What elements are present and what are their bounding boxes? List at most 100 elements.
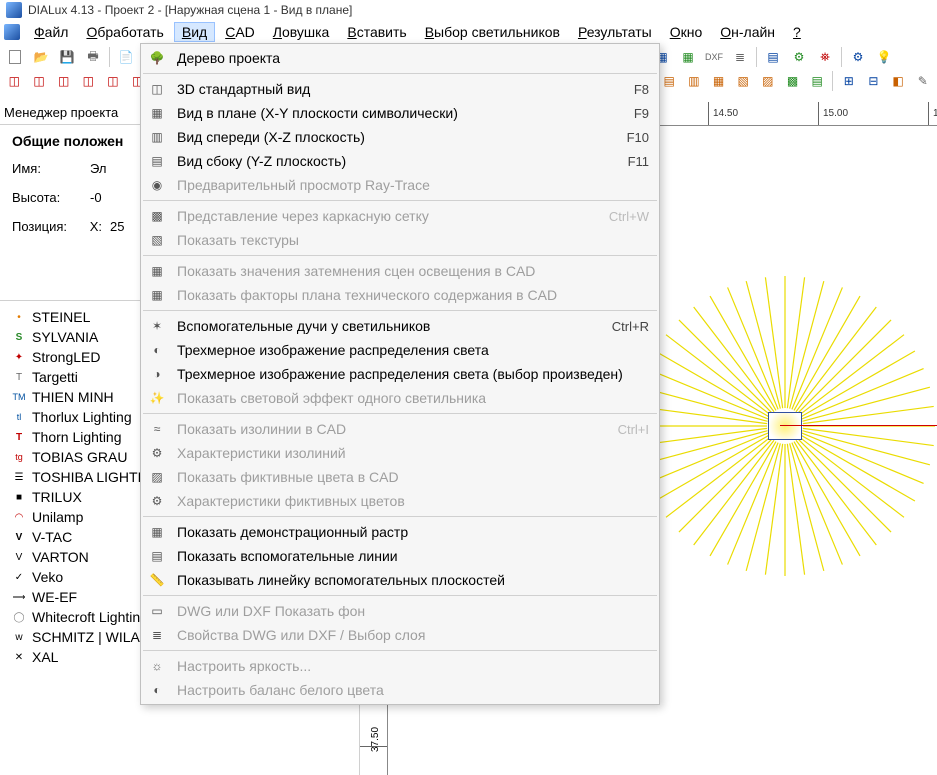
menu-entry: ▭DWG или DXF Показать фон: [141, 599, 659, 623]
sel-a[interactable]: ◫: [3, 70, 26, 92]
menu-entry: ▨Показать фиктивные цвета в CAD: [141, 465, 659, 489]
view-j[interactable]: ◧: [887, 70, 910, 92]
brand-label: Thorn Lighting: [32, 429, 122, 445]
sel-d[interactable]: ◫: [77, 70, 100, 92]
menu-entry[interactable]: ◫3D стандартный видF8: [141, 77, 659, 101]
menu-entry[interactable]: 🌳 Дерево проекта: [141, 46, 659, 70]
menu-entry-label: Вид спереди (X-Z плоскость): [177, 129, 617, 145]
menu-item-8[interactable]: Окно: [662, 22, 711, 42]
view-c[interactable]: ▦: [707, 70, 730, 92]
menu-entry[interactable]: ▥Вид спереди (X-Z плоскость)F10: [141, 125, 659, 149]
doc-icon: [4, 24, 20, 40]
menu-item-0[interactable]: Файл: [26, 22, 76, 42]
dxf-button[interactable]: DXF: [702, 46, 726, 68]
view-k[interactable]: ✎: [911, 70, 934, 92]
menu-entry-icon: 🌳: [147, 49, 167, 67]
ruler-tick: 14.50: [708, 102, 709, 125]
menu-entry-icon: ▤: [147, 152, 167, 170]
menu-entry-shortcut: Ctrl+W: [609, 209, 649, 224]
menu-entry[interactable]: ▤Показать вспомогательные линии: [141, 544, 659, 568]
save-button[interactable]: 💾: [55, 46, 79, 68]
menu-entry-label: Свойства DWG или DXF / Выбор слоя: [177, 627, 639, 643]
menu-entry-label: Вид в плане (X-Y плоскости символически): [177, 105, 624, 121]
view-h[interactable]: ⊞: [837, 70, 860, 92]
open-button[interactable]: 📂: [29, 46, 53, 68]
menu-entry-shortcut: Ctrl+R: [612, 319, 649, 334]
menu-item-9[interactable]: Он-лайн: [712, 22, 783, 42]
menu-entry-icon: ▦: [147, 286, 167, 304]
menu-item-7[interactable]: Результаты: [570, 22, 660, 42]
menu-separator: [143, 650, 657, 651]
settings-button[interactable]: ⚙: [846, 46, 870, 68]
menu-entry-shortcut: F11: [628, 154, 649, 169]
ruler-tick-label: 15.50: [933, 108, 937, 119]
menu-entry[interactable]: ◑Трехмерное изображение распределения св…: [141, 362, 659, 386]
menu-entry[interactable]: ▦Показать демонстрационный растр: [141, 520, 659, 544]
light-button[interactable]: 💡: [872, 46, 896, 68]
menu-item-4[interactable]: Ловушка: [265, 22, 338, 42]
name-label: Имя:: [12, 161, 88, 176]
view-b[interactable]: ▥: [683, 70, 706, 92]
ruler-tick-label: 15.00: [823, 108, 848, 119]
brand-label: V-TAC: [32, 529, 72, 545]
menu-entry-icon: ▭: [147, 602, 167, 620]
copy-button[interactable]: 📄: [114, 46, 138, 68]
menu-entry[interactable]: ▦ Вид в плане (X-Y плоскости символически…: [141, 101, 659, 125]
view-i[interactable]: ⊟: [862, 70, 885, 92]
sel-b[interactable]: ◫: [28, 70, 51, 92]
menu-item-3[interactable]: CAD: [217, 22, 263, 42]
menu-entry[interactable]: ◐ Трехмерное изображение распределения св…: [141, 338, 659, 362]
menu-entry-icon: ◐: [147, 341, 167, 359]
print-button[interactable]: 🖶: [81, 46, 105, 68]
menu-entry: ⚙Характеристики фиктивных цветов: [141, 489, 659, 513]
menu-item-6[interactable]: Выбор светильников: [417, 22, 568, 42]
menu-entry-icon: ✨: [147, 389, 167, 407]
menu-entry: ☼Настроить яркость...: [141, 654, 659, 678]
brand-icon: ◯: [12, 610, 26, 624]
menu-entry-icon: ☼: [147, 657, 167, 675]
view-a[interactable]: ▤: [658, 70, 681, 92]
menu-entry-label: Трехмерное изображение распределения све…: [177, 342, 639, 358]
brand-label: XAL: [32, 649, 58, 665]
menu-item-2[interactable]: Вид: [174, 22, 215, 42]
menu-entry-icon: ✶: [147, 317, 167, 335]
sel-c[interactable]: ◫: [52, 70, 75, 92]
menu-entry-label: Показать вспомогательные линии: [177, 548, 639, 564]
menu-entry-label: Показать текстуры: [177, 232, 639, 248]
menu-entry: ▦Показать значения затемнения сцен освещ…: [141, 259, 659, 283]
brand-icon: tl: [12, 410, 26, 424]
menu-entry-label: Показать фиктивные цвета в CAD: [177, 469, 639, 485]
view-d[interactable]: ▧: [732, 70, 755, 92]
new-button[interactable]: [3, 46, 27, 68]
menu-entry-icon: 📏: [147, 571, 167, 589]
brand-label: Whitecroft Lighting: [32, 609, 148, 625]
brand-icon: ◠: [12, 510, 26, 524]
menu-item-1[interactable]: Обработать: [78, 22, 171, 42]
view-e[interactable]: ▨: [757, 70, 780, 92]
menu-separator: [143, 413, 657, 414]
brand-icon: T: [12, 430, 26, 444]
menu-entry-label: Дерево проекта: [177, 50, 639, 66]
menu-entry-label: Характеристики изолиний: [177, 445, 639, 461]
sel-e[interactable]: ◫: [102, 70, 125, 92]
calc-button[interactable]: ▤: [761, 46, 785, 68]
menu-item-10[interactable]: ?: [785, 22, 809, 42]
menu-entry[interactable]: 📏Показывать линейку вспомогательных плос…: [141, 568, 659, 592]
view-f[interactable]: ▩: [781, 70, 804, 92]
view-g[interactable]: ▤: [806, 70, 829, 92]
menu-entry[interactable]: ✶Вспомогательные дучи у светильниковCtrl…: [141, 314, 659, 338]
layers-button[interactable]: ≣: [728, 46, 752, 68]
window-title: DIALux 4.13 - Проект 2 - [Наружная сцена…: [28, 3, 352, 17]
brand-label: VARTON: [32, 549, 89, 565]
menu-entry-shortcut: F9: [634, 106, 649, 121]
menu-bar: ФайлОбработатьВидCADЛовушкаВставитьВыбор…: [0, 20, 937, 44]
street-wizard[interactable]: ⛯: [813, 46, 837, 68]
ruler-tick-label: 14.50: [713, 108, 738, 119]
luminaire-symbol[interactable]: [768, 412, 802, 440]
menu-item-5[interactable]: Вставить: [339, 22, 414, 42]
wizard-button[interactable]: ⚙: [787, 46, 811, 68]
brand-label: StrongLED: [32, 349, 100, 365]
menu-entry-icon: ▦: [147, 104, 167, 122]
tool-p[interactable]: ▦: [676, 46, 700, 68]
menu-entry[interactable]: ▤Вид сбоку (Y-Z плоскость)F11: [141, 149, 659, 173]
